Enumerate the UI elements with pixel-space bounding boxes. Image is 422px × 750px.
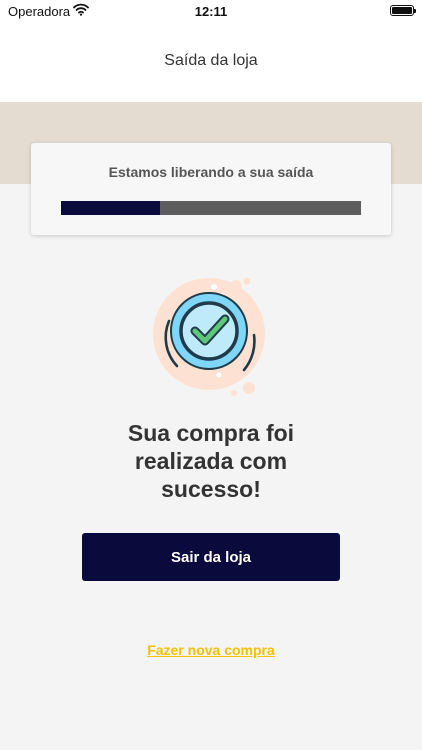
headline-line-3: sucesso! [161, 476, 261, 502]
exit-store-button[interactable]: Sair da loja [82, 533, 340, 581]
progress-bar-fill [61, 201, 160, 215]
exit-progress-card: Estamos liberando a sua saída [31, 143, 391, 235]
success-headline: Sua compra foi realizada com sucesso! [0, 419, 422, 503]
headline-line-1: Sua compra foi [127, 420, 295, 446]
page-title: Saída da loja [164, 52, 258, 69]
new-purchase-link[interactable]: Fazer nova compra [0, 642, 422, 658]
status-time: 12:11 [194, 4, 228, 19]
battery-icon [390, 5, 416, 16]
check-circle-icon [150, 275, 272, 400]
headline-line-2: realizada com [134, 448, 288, 474]
progress-label: Estamos liberando a sua saída [108, 164, 314, 180]
navigation-bar: Saída da loja [0, 22, 422, 102]
status-bar: Operadora 12:11 [0, 0, 422, 22]
progress-bar [61, 201, 361, 215]
